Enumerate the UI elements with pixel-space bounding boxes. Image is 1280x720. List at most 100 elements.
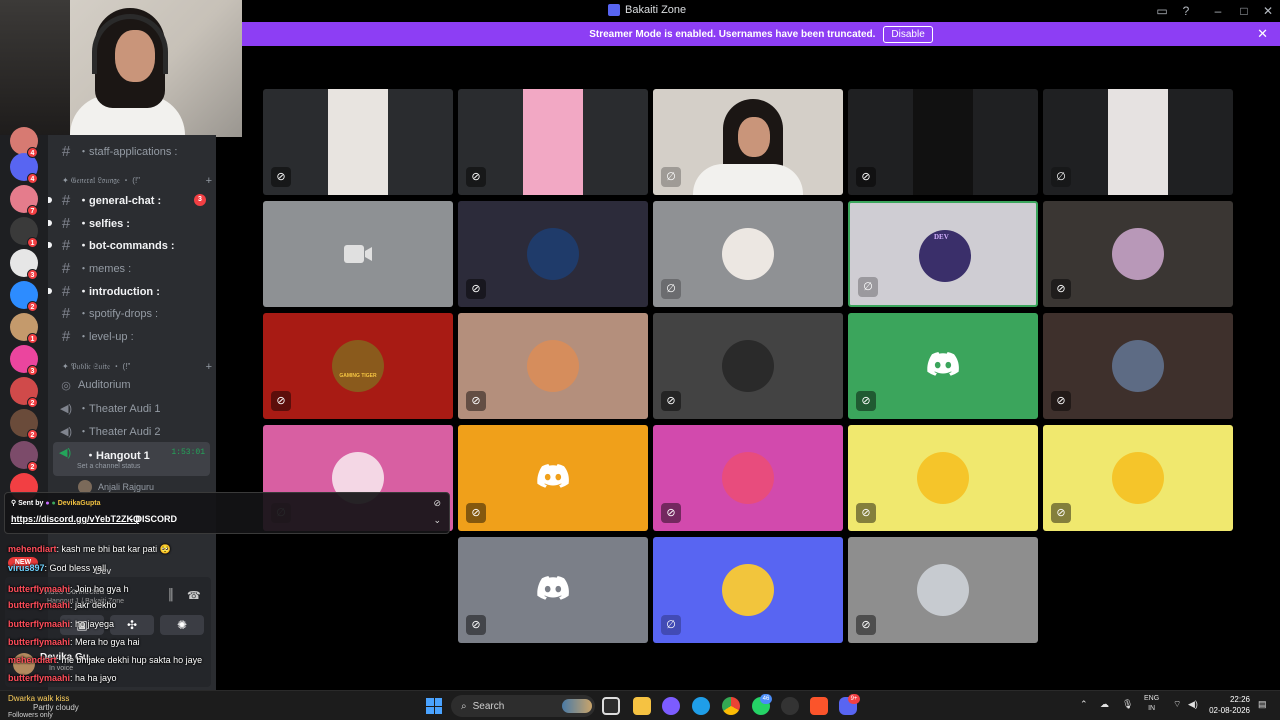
participant-video: [328, 89, 388, 195]
taskbar-search[interactable]: ⌕ Search: [451, 695, 595, 717]
participant-tile[interactable]: ⊘: [458, 89, 648, 195]
activities-button[interactable]: ✣: [110, 615, 154, 635]
avatar: [722, 228, 774, 280]
participant-tile[interactable]: DEV ∅: [848, 201, 1038, 307]
maximize-button[interactable]: □: [1236, 3, 1252, 19]
language-indicator[interactable]: ENG IN: [1144, 694, 1159, 714]
participant-tile[interactable]: ∅: [653, 537, 843, 643]
participant-tile[interactable]: ⊘: [848, 89, 1038, 195]
participant-tile[interactable]: ⊘: [458, 313, 648, 419]
server-mention-badge: 4: [27, 173, 38, 184]
channel-bot-commands[interactable]: # ・bot-commands :: [48, 234, 216, 256]
task-view-icon[interactable]: [602, 697, 620, 715]
noise-suppression-icon[interactable]: ║: [167, 589, 175, 601]
microphone-icon[interactable]: 🎙: [1122, 699, 1133, 710]
volume-icon[interactable]: ◀): [1188, 699, 1198, 710]
channel-hangout-1[interactable]: ◀) ・Hangout 1 1:53:01 Set a channel stat…: [53, 442, 210, 476]
server-mention-badge: 2: [27, 429, 38, 440]
chevron-down-icon[interactable]: ⌄: [433, 515, 441, 526]
taskbar-clock[interactable]: 22:26 02-08-2026: [1206, 694, 1250, 716]
channel-selfies[interactable]: # ・selfies :: [48, 212, 216, 234]
notification-icon[interactable]: ▤: [1258, 699, 1267, 710]
weather-widget[interactable]: Dwarka walk kiss Partly cloudy Followers…: [8, 694, 79, 719]
channel-level-up[interactable]: # ・level-up :: [48, 325, 216, 347]
channel-introduction[interactable]: # ・introduction :: [48, 280, 216, 302]
chat-username: mehendiart: [8, 544, 57, 554]
search-icon: ⌕: [461, 700, 467, 712]
brave-icon[interactable]: [810, 697, 828, 715]
disconnect-icon[interactable]: ☎: [187, 589, 201, 602]
clock-time: 22:26: [1229, 695, 1250, 704]
sent-by-user: DevikaGupta: [57, 500, 101, 507]
close-banner-icon[interactable]: ✕: [1257, 26, 1268, 42]
participant-tile[interactable]: ∅: [1043, 89, 1233, 195]
file-explorer-icon[interactable]: [633, 697, 651, 715]
channel-memes[interactable]: # ・memes :: [48, 257, 216, 279]
hide-icon[interactable]: ⊘: [433, 498, 441, 509]
participant-tile[interactable]: ⊘: [1043, 313, 1233, 419]
chat-message: mehendiart: me bhijake dekhi hup sakta h…: [8, 655, 203, 665]
category-public-suite[interactable]: ✦ 𝔓𝔲𝔟𝔩𝔦𝔠 𝔖𝔲𝔦𝔱𝔢 ・ (!" +: [62, 361, 212, 373]
participant-tile[interactable]: ⊘: [458, 425, 648, 531]
video-person-shirt: [693, 164, 803, 195]
participant-tile[interactable]: ∅: [653, 89, 843, 195]
edge-icon[interactable]: [692, 697, 710, 715]
text-channel-icon: #: [61, 304, 71, 322]
disable-streamer-mode-button[interactable]: Disable: [883, 25, 933, 43]
participant-tile[interactable]: [263, 201, 453, 307]
participant-tile[interactable]: ⊘: [263, 89, 453, 195]
windows-start-icon[interactable]: [426, 698, 442, 714]
channel-label: ・memes :: [78, 263, 132, 275]
participant-tile[interactable]: ⊘: [848, 313, 1038, 419]
help-icon[interactable]: ?: [1178, 3, 1194, 19]
chat-username: butterflymaahi: [8, 584, 71, 594]
chevron-up-icon[interactable]: ⌃: [1080, 699, 1088, 710]
chat-username: butterflymaahi: [8, 619, 71, 629]
region-label: IN: [1148, 705, 1156, 712]
channel-theater-audi-1[interactable]: ◀) ・Theater Audi 1: [48, 397, 216, 419]
obs-icon[interactable]: [662, 697, 680, 715]
mention-badge: 3: [194, 194, 206, 206]
participant-tile[interactable]: ⊘: [848, 425, 1038, 531]
category-general-lounge[interactable]: ✦ 𝔊𝔢𝔫𝔢𝔯𝔞𝔩 𝔏𝔬𝔲𝔫𝔤𝔢 ・ (!" +: [62, 175, 212, 187]
muted-mic-icon: ⊘: [466, 391, 486, 411]
channel-spotify-drops[interactable]: # ・spotify-drops :: [48, 302, 216, 324]
channel-auditorium[interactable]: ◎ Auditorium: [48, 374, 216, 396]
channel-general-chat[interactable]: # ・general-chat : 3: [48, 189, 216, 211]
channel-label: ・selfies :: [78, 218, 130, 230]
avatar: [722, 452, 774, 504]
participant-video: [913, 89, 973, 195]
discord-app-icon: [608, 4, 620, 16]
participant-tile[interactable]: ∅: [653, 201, 843, 307]
add-channel-icon[interactable]: +: [206, 361, 212, 373]
avatar: [527, 228, 579, 280]
chat-message: butterflymaahi: jakr dekho: [8, 600, 117, 610]
participant-tile[interactable]: ⊘: [458, 201, 648, 307]
text-channel-icon: #: [61, 236, 71, 254]
close-window-button[interactable]: ✕: [1260, 3, 1276, 19]
channel-staff-applications[interactable]: # ・staff-applications :: [48, 140, 216, 162]
inbox-icon[interactable]: ▭: [1154, 3, 1170, 19]
channel-status[interactable]: Set a channel status: [77, 463, 140, 470]
participant-tile[interactable]: ⊘: [653, 425, 843, 531]
participant-tile[interactable]: ⊘: [458, 537, 648, 643]
taskbar: Dwarka walk kiss Partly cloudy Followers…: [0, 690, 1280, 720]
participant-tile[interactable]: ⊘: [1043, 425, 1233, 531]
sent-by-prefix: Sent by: [18, 500, 44, 507]
participant-tile[interactable]: ⊘: [653, 313, 843, 419]
participant-tile[interactable]: GAMING TIGER ⊘: [263, 313, 453, 419]
minimize-button[interactable]: –: [1210, 3, 1226, 19]
wifi-icon[interactable]: ⌔: [1173, 699, 1181, 710]
participant-tile[interactable]: ⊘: [848, 537, 1038, 643]
participant-tile[interactable]: ⊘: [1043, 201, 1233, 307]
add-channel-icon[interactable]: +: [206, 175, 212, 187]
soundboard-button[interactable]: ✺: [160, 615, 204, 635]
cloud-icon[interactable]: ☁: [1100, 699, 1109, 710]
app-icon[interactable]: [781, 697, 799, 715]
channel-theater-audi-2[interactable]: ◀) ・Theater Audi 2: [48, 420, 216, 442]
language-label: ENG: [1144, 695, 1160, 702]
invite-link[interactable]: https://discord.gg/vYebT2ZKQ: [11, 514, 140, 524]
chat-text: me bhijake dekhi hup sakta ho jaye: [61, 655, 203, 665]
server-mention-badge: 1: [27, 333, 38, 344]
chrome-icon[interactable]: [722, 697, 740, 715]
